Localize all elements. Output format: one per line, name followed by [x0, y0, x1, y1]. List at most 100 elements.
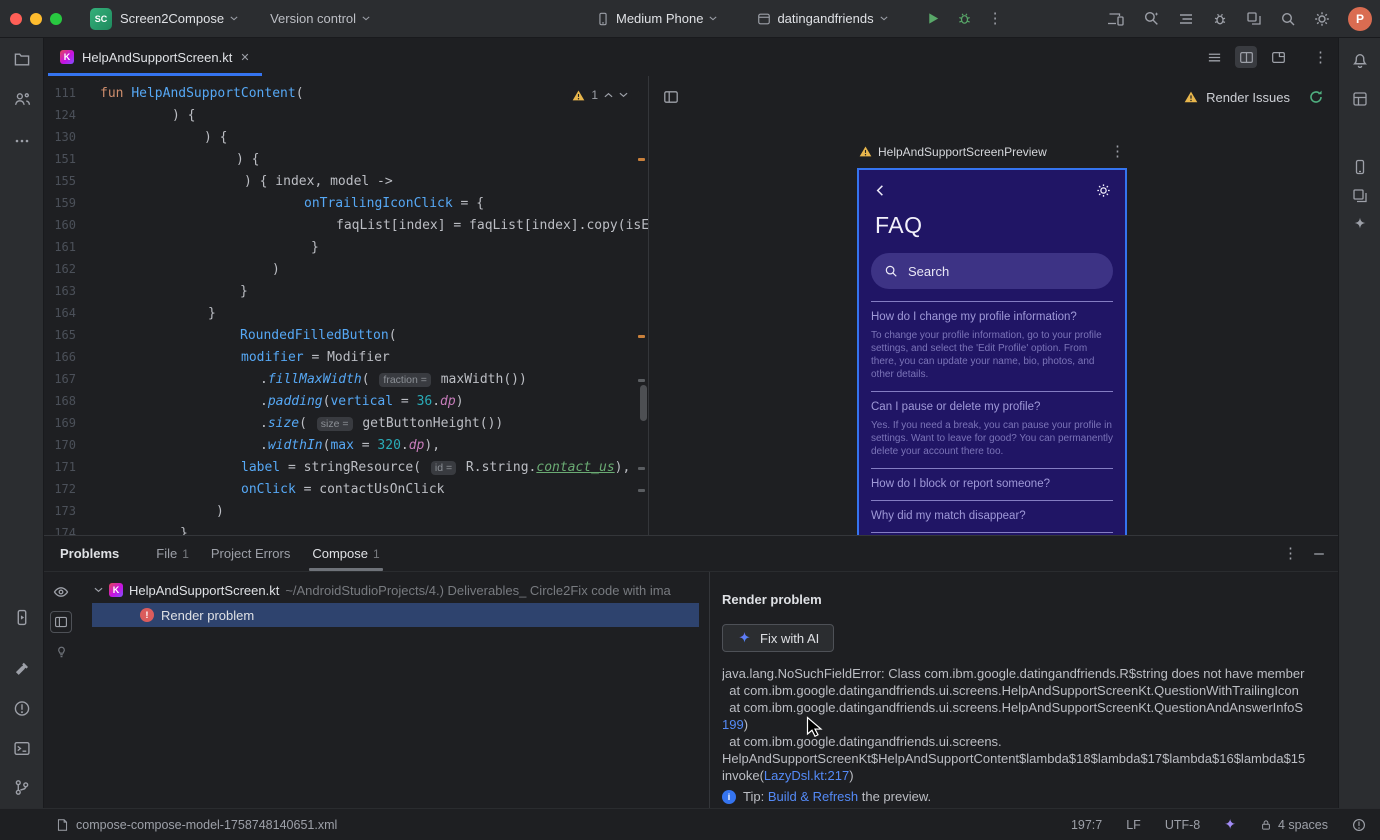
- close-tab-icon[interactable]: ✕: [240, 51, 249, 64]
- prev-issue-icon[interactable]: [604, 92, 613, 98]
- collaboration-icon[interactable]: [13, 91, 30, 108]
- code-line-163[interactable]: 163}: [44, 280, 648, 302]
- faq-search-bar[interactable]: Search: [871, 253, 1113, 289]
- project-folder-icon[interactable]: [13, 51, 30, 68]
- vcs-menu[interactable]: Version control: [262, 7, 378, 30]
- details-toggle-icon[interactable]: [50, 611, 72, 633]
- code-line-168[interactable]: 168 .padding(vertical = 36.dp): [44, 390, 648, 412]
- tab-file[interactable]: File 1: [145, 536, 200, 571]
- project-menu[interactable]: Screen2Compose: [112, 7, 246, 30]
- device-streaming-icon[interactable]: [1107, 11, 1125, 27]
- notifications-bell-icon[interactable]: [1351, 51, 1368, 68]
- code-line-174[interactable]: 174}: [44, 522, 648, 536]
- tab-project-errors[interactable]: Project Errors: [200, 536, 301, 571]
- stripe-mark[interactable]: [638, 379, 645, 382]
- device-mirror-icon[interactable]: [1246, 11, 1262, 27]
- caret-position[interactable]: 197:7: [1071, 818, 1102, 832]
- ai-status-icon[interactable]: ✦: [1224, 816, 1236, 833]
- minimize-window-button[interactable]: [30, 12, 42, 25]
- render-problem-row[interactable]: ! Render problem: [92, 603, 699, 627]
- preview-card-header[interactable]: HelpAndSupportScreenPreview ⋮: [859, 144, 1125, 159]
- stripe-warning-mark[interactable]: [638, 335, 645, 338]
- code-line-151[interactable]: 151) {: [44, 148, 648, 170]
- more-tool-windows-icon[interactable]: [14, 133, 30, 149]
- build-icon[interactable]: [14, 661, 30, 677]
- editor-scrollbar[interactable]: [640, 385, 647, 421]
- problems-file-row[interactable]: K HelpAndSupportScreen.kt ~/AndroidStudi…: [78, 578, 709, 602]
- line-separator[interactable]: LF: [1126, 818, 1141, 832]
- next-issue-icon[interactable]: [619, 92, 628, 98]
- detach-editor-icon[interactable]: [1267, 46, 1289, 68]
- preview-options-icon[interactable]: ⋮: [1110, 144, 1125, 159]
- more-run-options-icon[interactable]: ⋮: [988, 11, 1003, 26]
- code-line-161[interactable]: 161}: [44, 236, 648, 258]
- faq-question[interactable]: Why did my match disappear?: [871, 510, 1113, 522]
- close-window-button[interactable]: [10, 12, 22, 25]
- stripe-mark[interactable]: [638, 489, 645, 492]
- faq-settings-gear-icon[interactable]: [1096, 183, 1111, 198]
- code-editor[interactable]: 111 fun HelpAndSupportContent(124) {130) …: [44, 76, 648, 535]
- editor-options-icon[interactable]: ⋮: [1313, 50, 1328, 65]
- code-line-173[interactable]: 173): [44, 500, 648, 522]
- tab-compose[interactable]: Compose 1: [301, 536, 390, 571]
- code-line-124[interactable]: 124) {: [44, 104, 648, 126]
- device-manager-icon[interactable]: [1352, 159, 1368, 175]
- code-line-159[interactable]: 159 onTrailingIconClick = {: [44, 192, 648, 214]
- phone-preview[interactable]: FAQ Search How do I change my profile in…: [857, 168, 1127, 535]
- faq-question[interactable]: Can I pause or delete my profile?: [871, 401, 1113, 413]
- faq-question[interactable]: How do I change my profile information?: [871, 311, 1113, 323]
- code-line-111[interactable]: 111 fun HelpAndSupportContent(: [44, 82, 648, 104]
- problems-icon[interactable]: [13, 700, 30, 717]
- structure-list-icon[interactable]: [1178, 11, 1194, 27]
- panel-options-icon[interactable]: ⋮: [1283, 546, 1298, 561]
- code-line-155[interactable]: 155) { index, model ->: [44, 170, 648, 192]
- profile-avatar[interactable]: P: [1348, 6, 1372, 31]
- git-branch-icon[interactable]: [13, 779, 30, 796]
- build-refresh-link[interactable]: Build & Refresh: [768, 789, 858, 804]
- run-config-selector[interactable]: datingandfriends: [749, 7, 895, 30]
- code-line-171[interactable]: 171 label = stringResource( id = R.string…: [44, 456, 648, 478]
- device-selector[interactable]: Medium Phone: [588, 7, 725, 30]
- debug-button[interactable]: [957, 11, 972, 26]
- code-line-130[interactable]: 130) {: [44, 126, 648, 148]
- run-button[interactable]: [926, 11, 941, 26]
- code-line-167[interactable]: 167 .fillMaxWidth( fraction = maxWidth()): [44, 368, 648, 390]
- ai-search-icon[interactable]: [1143, 10, 1160, 27]
- settings-gear-icon[interactable]: [1314, 11, 1330, 27]
- fix-with-ai-button[interactable]: Fix with AI: [722, 624, 835, 652]
- editor-list-icon[interactable]: [1203, 46, 1225, 68]
- code-line-164[interactable]: 164}: [44, 302, 648, 324]
- refresh-preview-icon[interactable]: [1308, 89, 1324, 105]
- faq-question[interactable]: How do I block or report someone?: [871, 478, 1113, 490]
- quickfix-bulb-icon[interactable]: [54, 644, 69, 659]
- code-line-162[interactable]: 162): [44, 258, 648, 280]
- code-line-169[interactable]: 169 .size( size = getButtonHeight()): [44, 412, 648, 434]
- resource-manager-icon[interactable]: [1352, 188, 1368, 204]
- code-line-170[interactable]: 170 .widthIn(max = 320.dp),: [44, 434, 648, 456]
- profiler-bug-icon[interactable]: [1212, 11, 1228, 27]
- minimize-panel-icon[interactable]: [1312, 547, 1326, 561]
- inspections-widget[interactable]: 1: [568, 86, 632, 104]
- stripe-mark[interactable]: [638, 467, 645, 470]
- indent-setting[interactable]: 4 spaces: [1260, 818, 1328, 832]
- split-editor-icon[interactable]: [1235, 46, 1257, 68]
- terminal-icon[interactable]: [13, 740, 30, 757]
- gemini-ai-icon[interactable]: [1351, 216, 1368, 233]
- running-devices-icon[interactable]: [13, 609, 30, 626]
- search-icon[interactable]: [1280, 11, 1296, 27]
- code-line-166[interactable]: 166 modifier = Modifier: [44, 346, 648, 368]
- render-issues-label[interactable]: Render Issues: [1206, 90, 1290, 105]
- notifications-status-icon[interactable]: [1352, 818, 1366, 832]
- editor-tab-active[interactable]: K HelpAndSupportScreen.kt ✕: [48, 38, 262, 76]
- code-line-160[interactable]: 160 faqList[index] = faqList[index].copy(…: [44, 214, 648, 236]
- stack-frame-link[interactable]: LazyDsl.kt:217: [764, 768, 849, 783]
- zoom-window-button[interactable]: [50, 12, 62, 25]
- back-arrow-icon[interactable]: [873, 183, 888, 198]
- preview-split-icon[interactable]: [663, 89, 679, 105]
- stripe-warning-mark[interactable]: [638, 158, 645, 161]
- preview-eye-icon[interactable]: [53, 584, 69, 600]
- chevron-down-icon[interactable]: [94, 587, 103, 593]
- code-line-172[interactable]: 172 onClick = contactUsOnClick: [44, 478, 648, 500]
- stack-frame-link[interactable]: 199: [722, 717, 744, 732]
- layout-inspector-icon[interactable]: [1352, 91, 1368, 107]
